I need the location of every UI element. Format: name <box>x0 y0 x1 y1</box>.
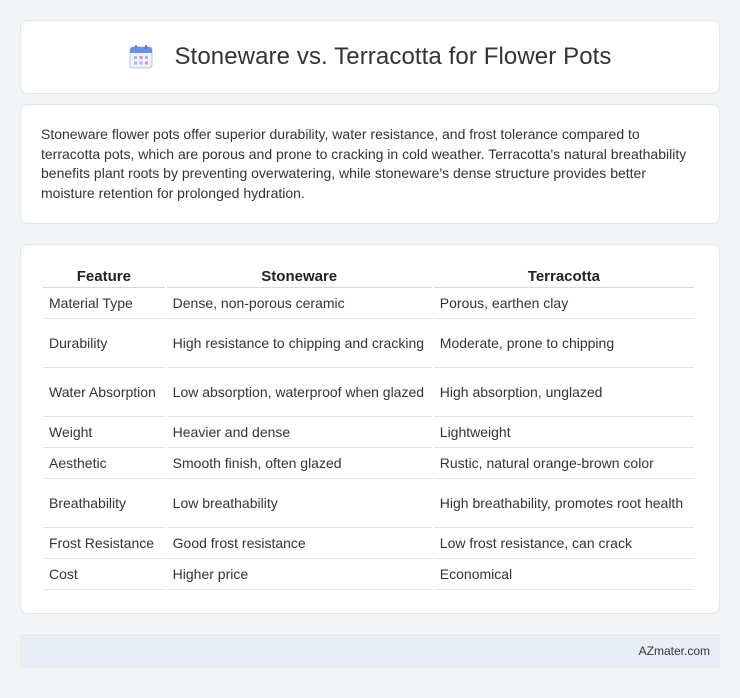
comparison-table: Feature Stoneware Terracotta Material Ty… <box>41 265 696 590</box>
header-stoneware: Stoneware <box>166 265 432 288</box>
header-terracotta: Terracotta <box>433 265 694 288</box>
cell-stoneware: Dense, non-porous ceramic <box>166 288 432 319</box>
cell-stoneware: Heavier and dense <box>166 417 432 448</box>
summary-card: Stoneware flower pots offer superior dur… <box>20 104 720 224</box>
cell-terracotta: Rustic, natural orange-brown color <box>433 448 694 479</box>
table-row: Breathability Low breathability High bre… <box>43 479 694 528</box>
page-title: Stoneware vs. Terracotta for Flower Pots <box>174 43 612 70</box>
cell-stoneware: Low absorption, waterproof when glazed <box>166 368 432 417</box>
header-card: Stoneware vs. Terracotta for Flower Pots <box>20 20 720 94</box>
table-row: Cost Higher price Economical <box>43 559 694 590</box>
table-row: Weight Heavier and dense Lightweight <box>43 417 694 448</box>
title-wrap: Stoneware vs. Terracotta for Flower Pots <box>128 43 611 71</box>
cell-terracotta: Economical <box>433 559 694 590</box>
cell-stoneware: Higher price <box>166 559 432 590</box>
cell-feature: Weight <box>43 417 165 448</box>
table-row: Material Type Dense, non-porous ceramic … <box>43 288 694 319</box>
cell-feature: Water Absorption <box>43 368 165 417</box>
table-row: Aesthetic Smooth finish, often glazed Ru… <box>43 448 694 479</box>
cell-feature: Durability <box>43 319 165 368</box>
cell-terracotta: Low frost resistance, can crack <box>433 528 694 559</box>
cell-feature: Breathability <box>43 479 165 528</box>
cell-terracotta: Lightweight <box>433 417 694 448</box>
cell-feature: Frost Resistance <box>43 528 165 559</box>
cell-terracotta: High absorption, unglazed <box>433 368 694 417</box>
cell-stoneware: Good frost resistance <box>166 528 432 559</box>
cell-terracotta: Porous, earthen clay <box>433 288 694 319</box>
cell-feature: Material Type <box>43 288 165 319</box>
header-feature: Feature <box>43 265 165 288</box>
cell-feature: Aesthetic <box>43 448 165 479</box>
calendar-icon <box>128 44 154 70</box>
footer-brand[interactable]: AZmater.com <box>639 644 710 658</box>
cell-stoneware: Smooth finish, often glazed <box>166 448 432 479</box>
comparison-table-card: Feature Stoneware Terracotta Material Ty… <box>20 244 720 614</box>
table-row: Durability High resistance to chipping a… <box>43 319 694 368</box>
cell-stoneware: Low breathability <box>166 479 432 528</box>
cell-stoneware: High resistance to chipping and cracking <box>166 319 432 368</box>
cell-feature: Cost <box>43 559 165 590</box>
cell-terracotta: Moderate, prone to chipping <box>433 319 694 368</box>
footer-bar: AZmater.com <box>20 634 720 668</box>
table-row: Water Absorption Low absorption, waterpr… <box>43 368 694 417</box>
table-header-row: Feature Stoneware Terracotta <box>43 265 694 288</box>
summary-text: Stoneware flower pots offer superior dur… <box>41 126 687 201</box>
table-row: Frost Resistance Good frost resistance L… <box>43 528 694 559</box>
cell-terracotta: High breathability, promotes root health <box>433 479 694 528</box>
